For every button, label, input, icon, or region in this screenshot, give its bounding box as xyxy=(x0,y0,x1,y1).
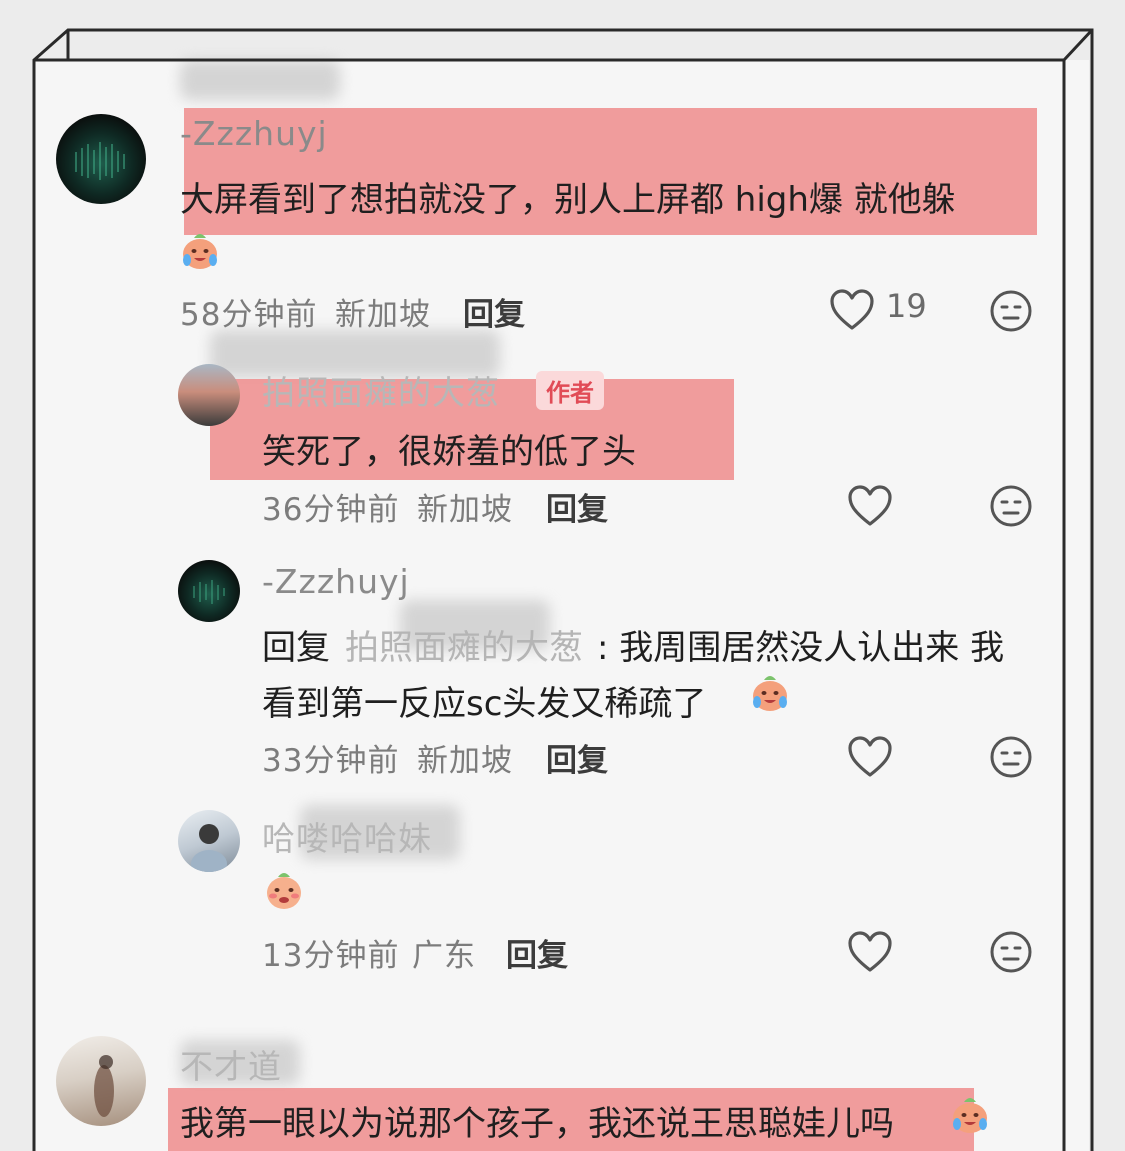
avatar[interactable] xyxy=(56,114,146,204)
dislike-face-icon[interactable] xyxy=(989,930,1033,974)
dislike-face-icon[interactable] xyxy=(989,289,1033,333)
comment-username[interactable]: -Zzzhuyj xyxy=(180,114,328,153)
comment-username[interactable]: 哈喽哈哈妹 xyxy=(262,812,432,860)
heart-icon[interactable] xyxy=(847,930,893,974)
reply-to-username[interactable]: 拍照面瘫的大葱 xyxy=(345,620,583,669)
comment-location: 新加坡 xyxy=(417,743,513,779)
comment-time: 36分钟前 xyxy=(262,492,400,528)
author-badge: 作者 xyxy=(536,371,604,410)
heart-icon[interactable] xyxy=(847,735,893,779)
comment-username[interactable]: 拍照面瘫的大葱 xyxy=(262,366,500,414)
comment-text: 大屏看到了想拍就没了，别人上屏都 high爆 就他躲 xyxy=(180,180,956,220)
avatar[interactable] xyxy=(56,1036,146,1126)
comment-location: 广东 xyxy=(412,938,476,974)
like-count: 19 xyxy=(886,287,927,325)
avatar[interactable] xyxy=(178,560,240,622)
reply-button[interactable]: 回复 xyxy=(546,484,608,529)
comment-text: 笑死了，很娇羞的低了头 xyxy=(262,432,636,472)
reply-button[interactable]: 回复 xyxy=(546,735,608,780)
avatar[interactable] xyxy=(178,810,240,872)
reply-button[interactable]: 回复 xyxy=(506,930,568,975)
comment-time: 58分钟前 xyxy=(180,297,318,333)
dislike-face-icon[interactable] xyxy=(989,484,1033,528)
reply-prefix: 回复 xyxy=(262,628,330,668)
comment-username[interactable]: 不才道 xyxy=(180,1040,282,1088)
reply-button[interactable]: 回复 xyxy=(463,289,525,334)
heart-icon[interactable] xyxy=(829,288,875,332)
crying-emoji xyxy=(183,234,217,269)
heart-icon[interactable] xyxy=(847,484,893,528)
dislike-face-icon[interactable] xyxy=(989,735,1033,779)
crying-emoji xyxy=(953,1098,987,1133)
comment-time: 13分钟前 xyxy=(262,938,400,974)
comment-text-line2: 看到第一反应sc头发又稀疏了 xyxy=(262,684,707,724)
comment-username[interactable]: -Zzzhuyj xyxy=(262,562,410,601)
comment-location: 新加坡 xyxy=(335,297,431,333)
comment-location: 新加坡 xyxy=(417,492,513,528)
comment-text: 我第一眼以为说那个孩子，我还说王思聪娃儿吗 xyxy=(180,1104,894,1144)
avatar[interactable] xyxy=(178,364,240,426)
shy-emoji xyxy=(267,873,301,909)
censor-blur xyxy=(180,60,340,100)
crying-emoji xyxy=(753,676,787,711)
comment-text-line1: : 我周围居然没人认出来 我 xyxy=(597,628,1005,668)
comment-time: 33分钟前 xyxy=(262,743,400,779)
